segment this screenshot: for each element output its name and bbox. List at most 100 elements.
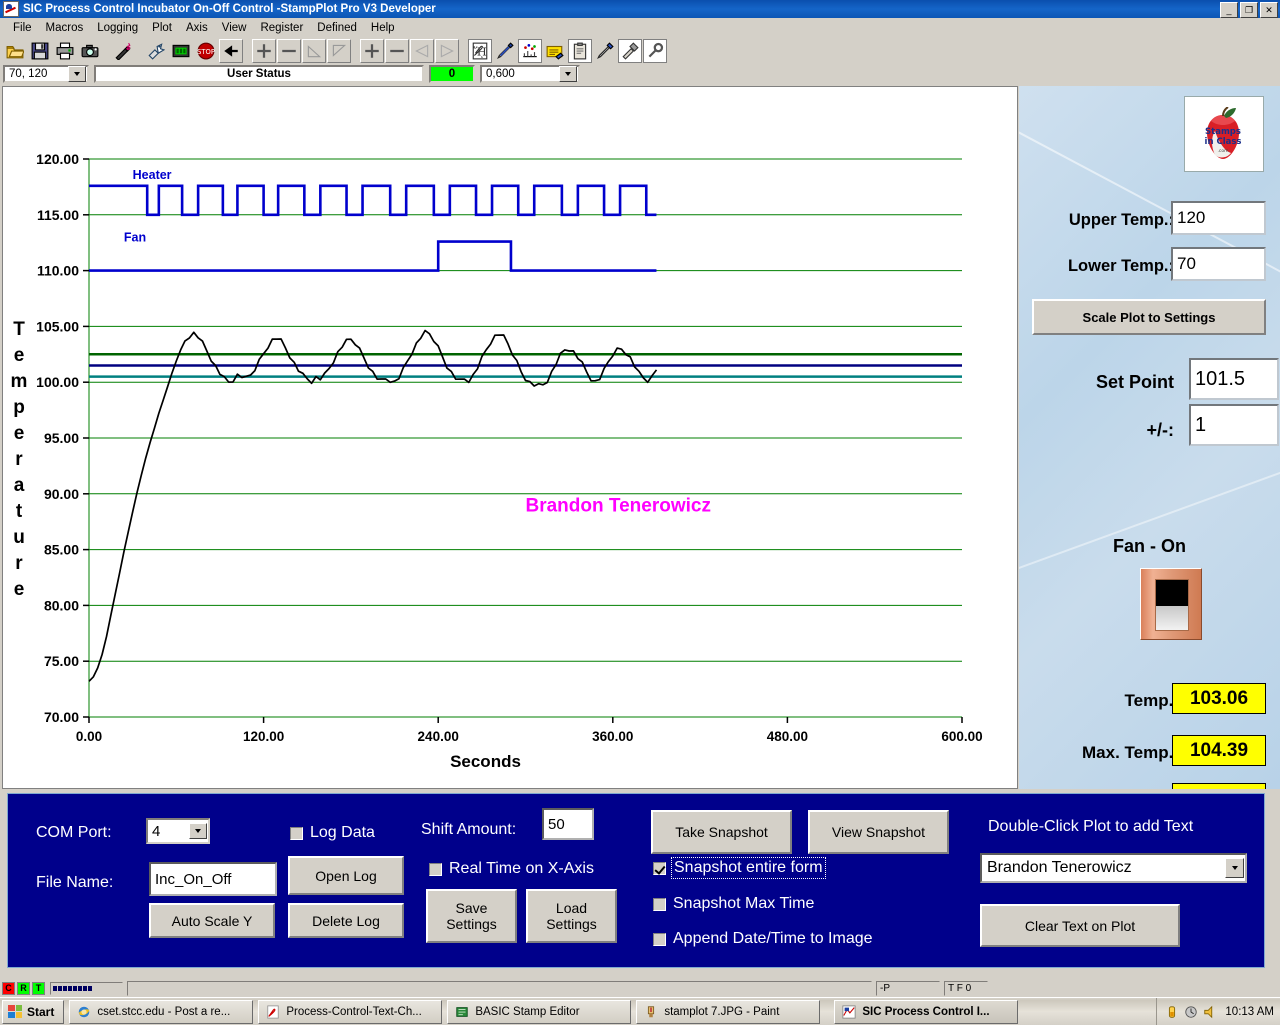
taskbar-item-label: Process-Control-Text-Ch... bbox=[286, 1005, 422, 1018]
file-name-input[interactable]: Inc_On_Off bbox=[149, 862, 277, 896]
display-icon[interactable] bbox=[169, 38, 193, 63]
temperature-chart[interactable]: 70.00 75.00 80.00 85.00 90.00 95.00 100.00 105.… bbox=[3, 87, 1017, 788]
svg-text:e: e bbox=[14, 423, 25, 444]
hammer-icon[interactable] bbox=[618, 38, 642, 63]
menu-view[interactable]: View bbox=[215, 21, 254, 35]
menu-plot[interactable]: Plot bbox=[145, 21, 179, 35]
svg-text:Brandon Tenerowicz: Brandon Tenerowicz bbox=[526, 496, 711, 517]
user-status-field[interactable]: User Status bbox=[94, 65, 424, 83]
internet-explorer-icon bbox=[79, 1006, 90, 1017]
delete-log-button[interactable]: Delete Log bbox=[288, 903, 404, 938]
minimize-button[interactable]: _ bbox=[1220, 2, 1238, 18]
checkbox-box bbox=[290, 826, 303, 840]
close-button[interactable]: ✕ bbox=[1260, 2, 1278, 18]
snapshot-entire-form-checkbox[interactable]: Snapshot entire form bbox=[653, 857, 826, 879]
menu-macros[interactable]: Macros bbox=[39, 21, 91, 35]
upper-temp-input[interactable]: 120 bbox=[1171, 201, 1266, 235]
restore-button[interactable]: ❐ bbox=[1240, 2, 1258, 18]
svg-text:75.00: 75.00 bbox=[44, 653, 79, 669]
taskbar: Start cset.stcc.edu - Post a re... Proce… bbox=[0, 997, 1280, 1025]
start-button[interactable]: Start bbox=[2, 999, 65, 1024]
scale-up-icon[interactable] bbox=[302, 38, 326, 63]
svg-text:STOP: STOP bbox=[197, 47, 215, 55]
upper-temp-label: Upper Temp.: bbox=[1068, 211, 1174, 229]
stop-icon[interactable]: STOP bbox=[194, 38, 218, 63]
real-time-checkbox[interactable]: Real Time on X-Axis bbox=[429, 860, 594, 878]
checkbox-box bbox=[653, 932, 666, 946]
save-settings-line2: Settings bbox=[446, 916, 497, 932]
menu-register[interactable]: Register bbox=[253, 21, 310, 35]
zoom-in-icon[interactable] bbox=[252, 38, 276, 63]
back-arrow-icon[interactable] bbox=[219, 38, 243, 63]
pen-icon[interactable] bbox=[493, 38, 517, 63]
shift-amount-input[interactable]: 50 bbox=[542, 808, 594, 840]
taskbar-item-label: stamplot 7.JPG - Paint bbox=[664, 1005, 780, 1018]
save-disk-icon[interactable] bbox=[28, 38, 52, 63]
plus-icon[interactable] bbox=[360, 38, 384, 63]
dropper-icon[interactable] bbox=[593, 38, 617, 63]
shift-left-icon[interactable] bbox=[410, 38, 434, 63]
temp-value-display: 103.06 bbox=[1172, 683, 1266, 714]
file-name-label: File Name: bbox=[36, 874, 114, 891]
open-log-button[interactable]: Open Log bbox=[288, 856, 404, 895]
shift-right-icon[interactable] bbox=[435, 38, 459, 63]
battery-icon[interactable] bbox=[1165, 1005, 1179, 1019]
taskbar-item-paint[interactable]: stamplot 7.JPG - Paint bbox=[636, 999, 821, 1024]
stamps-in-class-logo: Stamps in Class .com bbox=[1184, 96, 1264, 172]
svg-text:Fan: Fan bbox=[124, 231, 146, 245]
view-snapshot-button[interactable]: View Snapshot bbox=[808, 810, 949, 854]
menu-defined[interactable]: Defined bbox=[310, 21, 364, 35]
clock-tray-icon[interactable] bbox=[1184, 1005, 1198, 1019]
y-range-combo[interactable]: 70, 120 bbox=[3, 65, 89, 83]
log-data-checkbox[interactable]: Log Data bbox=[290, 824, 375, 842]
plot-text-combo[interactable]: Brandon Tenerowicz bbox=[980, 853, 1247, 883]
snapshot-max-time-checkbox[interactable]: Snapshot Max Time bbox=[653, 895, 814, 913]
scatter-icon[interactable] bbox=[518, 38, 542, 63]
taskbar-item-pdf[interactable]: Process-Control-Text-Ch... bbox=[258, 999, 443, 1024]
chevron-down-icon[interactable] bbox=[1225, 858, 1244, 878]
chevron-down-icon[interactable] bbox=[68, 66, 86, 82]
menu-axis[interactable]: Axis bbox=[179, 21, 215, 35]
menu-bar: File Macros Logging Plot Axis View Regis… bbox=[0, 18, 1280, 38]
save-settings-button[interactable]: Save Settings bbox=[426, 889, 517, 943]
toolbar-separator-1 bbox=[103, 40, 111, 62]
take-snapshot-button[interactable]: Take Snapshot bbox=[651, 810, 792, 854]
scale-down-icon[interactable] bbox=[327, 38, 351, 63]
auto-scale-y-button[interactable]: Auto Scale Y bbox=[149, 903, 275, 938]
wand-icon[interactable] bbox=[111, 38, 135, 63]
menu-logging[interactable]: Logging bbox=[90, 21, 145, 35]
clear-text-button[interactable]: Clear Text on Plot bbox=[980, 904, 1180, 947]
load-settings-button[interactable]: Load Settings bbox=[526, 889, 617, 943]
taskbar-item-browser[interactable]: cset.stcc.edu - Post a re... bbox=[69, 999, 254, 1024]
menu-help[interactable]: Help bbox=[364, 21, 402, 35]
volume-icon[interactable] bbox=[1203, 1005, 1217, 1019]
svg-text:e: e bbox=[14, 579, 25, 600]
plot-area[interactable]: 70.00 75.00 80.00 85.00 90.00 95.00 100.00 105.… bbox=[2, 86, 1018, 789]
chevron-down-icon[interactable] bbox=[189, 823, 207, 839]
svg-text:80.00: 80.00 bbox=[44, 597, 79, 613]
com-port-combo[interactable]: 4 bbox=[146, 818, 210, 844]
lower-temp-input[interactable]: 70 bbox=[1171, 247, 1266, 281]
x-range-combo[interactable]: 0,600 bbox=[480, 65, 580, 83]
zoom-out-icon[interactable] bbox=[277, 38, 301, 63]
wrench-icon[interactable] bbox=[643, 38, 667, 63]
clipboard-icon[interactable] bbox=[568, 38, 592, 63]
camera-icon[interactable] bbox=[78, 38, 102, 63]
svg-text:120.00: 120.00 bbox=[36, 151, 79, 167]
minus-icon[interactable] bbox=[385, 38, 409, 63]
scale-plot-button[interactable]: Scale Plot to Settings bbox=[1032, 299, 1266, 335]
menu-file[interactable]: File bbox=[6, 21, 39, 35]
pdf-icon[interactable]: ᾝ bbox=[468, 38, 492, 63]
taskbar-item-stamp-editor[interactable]: BASIC Stamp Editor bbox=[447, 999, 632, 1024]
taskbar-item-stampplot[interactable]: SIC Process Control I... bbox=[834, 999, 1019, 1024]
paint-icon bbox=[648, 1005, 655, 1017]
print-icon[interactable] bbox=[53, 38, 77, 63]
open-folder-icon[interactable] bbox=[3, 38, 27, 63]
tolerance-input[interactable]: 1 bbox=[1189, 404, 1279, 446]
chevron-down-icon[interactable] bbox=[559, 66, 577, 82]
note-icon[interactable] bbox=[543, 38, 567, 63]
connect-icon[interactable] bbox=[144, 38, 168, 63]
fan-switch-icon[interactable] bbox=[1140, 568, 1202, 640]
set-point-input[interactable]: 101.5 bbox=[1189, 358, 1279, 400]
append-datetime-checkbox[interactable]: Append Date/Time to Image bbox=[653, 930, 873, 948]
